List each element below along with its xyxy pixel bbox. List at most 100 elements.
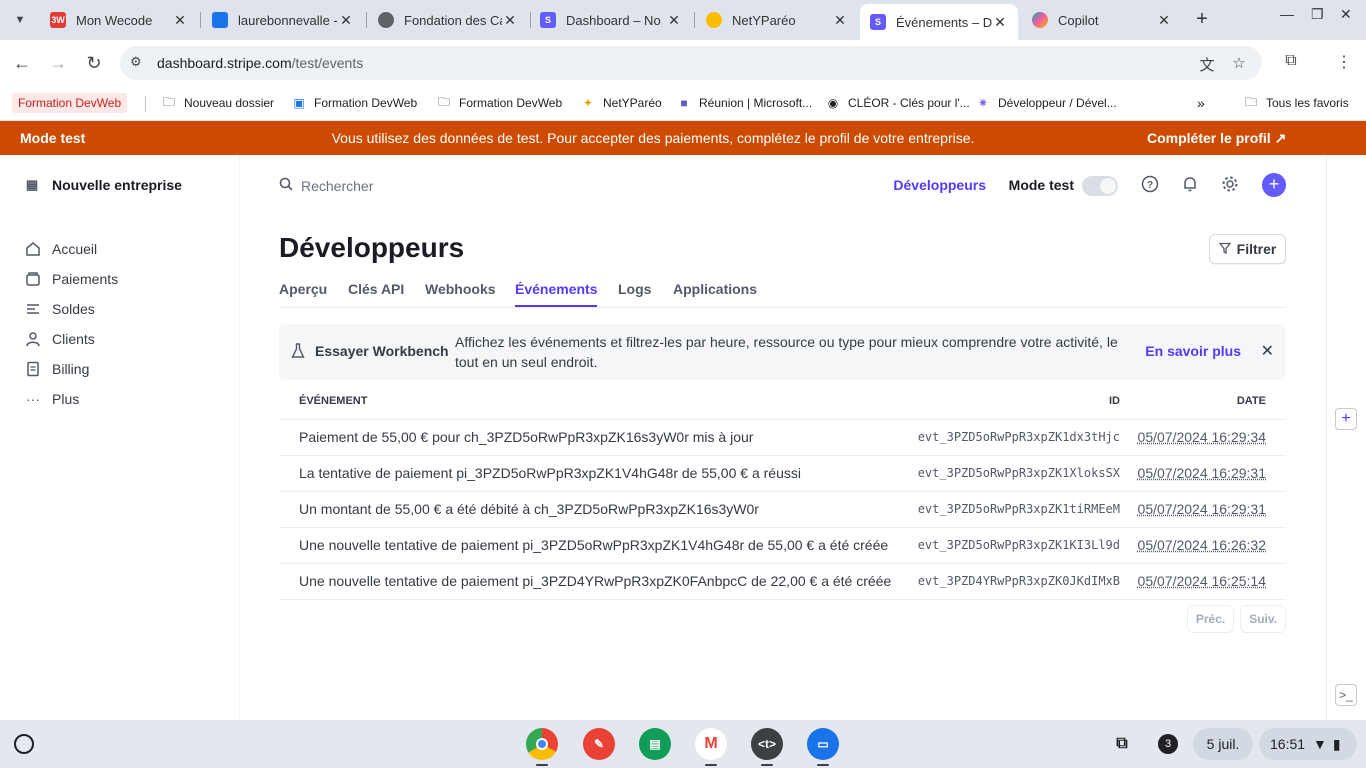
tab-applications[interactable]: Applications (673, 281, 757, 305)
close-tab-icon[interactable]: ✕ (502, 12, 518, 29)
table-row[interactable]: Une nouvelle tentative de paiement pi_3P… (279, 564, 1286, 600)
test-mode-toggle-label: Mode test (1008, 177, 1074, 193)
help-icon[interactable]: ? (1140, 175, 1160, 195)
main-content: Rechercher Développeurs Mode test ? + Dé… (279, 155, 1286, 720)
date-tray[interactable]: 5 juil. (1193, 728, 1253, 760)
sidebar-item-label: Plus (52, 391, 80, 407)
close-tab-icon[interactable]: ✕ (992, 14, 1008, 31)
create-new-button[interactable]: + (1262, 173, 1286, 197)
bookmark-star-icon[interactable]: ☆ (1230, 54, 1248, 72)
close-tab-icon[interactable]: ✕ (172, 12, 188, 29)
table-row[interactable]: Une nouvelle tentative de paiement pi_3P… (279, 528, 1286, 564)
tab-evenements[interactable]: Événements (515, 281, 598, 307)
developers-link[interactable]: Développeurs (893, 177, 986, 193)
notification-count-badge[interactable]: 3 (1158, 734, 1178, 754)
more-bookmarks-icon[interactable]: » (1197, 93, 1205, 113)
notifications-bell-icon[interactable] (1180, 175, 1200, 195)
browser-tab[interactable]: laurebonnevalle - ✕ (202, 4, 364, 36)
bookmark-item[interactable]: ✦ NetYParéo (580, 93, 662, 113)
account-switcher[interactable]: ▦ Nouvelle entreprise (24, 177, 182, 193)
search-input[interactable]: Rechercher (301, 178, 373, 194)
sidebar-item-clients[interactable]: Clients (24, 329, 95, 349)
developer-icon: ✷ (977, 96, 989, 110)
close-window-icon[interactable]: ✕ (1340, 6, 1352, 23)
browser-tab[interactable]: S Dashboard – No ✕ (530, 4, 692, 36)
event-description: Une nouvelle tentative de paiement pi_3P… (299, 573, 892, 589)
learn-more-link[interactable]: En savoir plus (1145, 343, 1241, 359)
column-header-event: ÉVÉNEMENT (299, 395, 368, 407)
url-text[interactable]: dashboard.stripe.com/test/events (157, 55, 363, 71)
next-page-button[interactable]: Suiv. (1240, 605, 1286, 633)
tab-cles-api[interactable]: Clés API (348, 281, 404, 305)
sidebar-item-paiements[interactable]: Paiements (24, 269, 118, 289)
browser-tab-active[interactable]: S Événements – De ✕ (860, 4, 1018, 40)
gmail-app-icon[interactable]: M (695, 728, 727, 760)
test-mode-banner: Mode test Vous utilisez des données de t… (0, 121, 1366, 155)
event-description: Un montant de 55,00 € a été débité à ch_… (299, 501, 759, 517)
bookmark-item[interactable]: Formation DevWeb (12, 93, 128, 113)
test-mode-toggle[interactable] (1082, 176, 1118, 196)
globe-favicon-icon (378, 12, 394, 28)
event-date: 05/07/2024 16:29:31 (1137, 501, 1266, 517)
close-tab-icon[interactable]: ✕ (1156, 12, 1172, 29)
overview-icon[interactable]: ⧉ (1106, 728, 1138, 760)
event-id: evt_3PZD5oRwPpR3xpZK1tiRMEeM (917, 502, 1120, 516)
search-bar[interactable]: Rechercher (279, 177, 373, 194)
close-icon[interactable]: ✕ (1261, 341, 1274, 361)
site-info-icon[interactable]: ⚙ (130, 54, 142, 70)
complete-profile-link[interactable]: Compléter le profil ↗ (1147, 130, 1286, 147)
all-bookmarks-folder[interactable]: 🗀 Tous les favoris (1243, 93, 1349, 113)
text-editor-app-icon[interactable]: <t> (751, 728, 783, 760)
add-panel-icon[interactable]: + (1335, 408, 1357, 430)
files-app-icon[interactable]: ▭ (807, 728, 839, 760)
new-tab-button[interactable]: + (1192, 8, 1212, 32)
status-tray[interactable]: 16:51 ▼ ▮ (1259, 728, 1357, 760)
bookmark-folder[interactable]: 🗀 Formation DevWeb (436, 93, 562, 113)
close-tab-icon[interactable]: ✕ (666, 12, 682, 29)
user-icon (24, 330, 42, 348)
tab-search-icon[interactable]: ▼ (8, 8, 32, 32)
column-header-id: ID (1109, 395, 1120, 407)
sidebar-item-billing[interactable]: Billing (24, 359, 89, 379)
tab-apercu[interactable]: Aperçu (279, 281, 327, 305)
tab-webhooks[interactable]: Webhooks (425, 281, 496, 305)
classroom-app-icon[interactable]: ▤ (639, 728, 671, 760)
minimize-icon[interactable]: — (1280, 6, 1294, 22)
close-tab-icon[interactable]: ✕ (338, 12, 354, 29)
chrome-app-icon[interactable] (526, 728, 558, 760)
bookmark-item[interactable]: ▣ Formation DevWeb (291, 93, 417, 113)
browser-tab[interactable]: Fondation des Ca ✕ (368, 4, 528, 36)
bookmark-item[interactable]: ✷ Développeur / Dével... (975, 93, 1117, 113)
forward-arrow-icon[interactable]: → (46, 51, 70, 75)
tab-logs[interactable]: Logs (618, 281, 651, 305)
back-arrow-icon[interactable]: ← (10, 51, 34, 75)
filter-button[interactable]: Filtrer (1209, 234, 1286, 264)
launcher-icon[interactable] (14, 734, 34, 754)
bookmark-folder[interactable]: 🗀 Nouveau dossier (161, 93, 274, 113)
browser-tab[interactable]: NetYParéo ✕ (696, 4, 858, 36)
table-row[interactable]: La tentative de paiement pi_3PZD5oRwPpR3… (279, 456, 1286, 492)
reload-icon[interactable]: ↻ (82, 51, 106, 75)
translate-icon[interactable]: 文 (1198, 54, 1216, 74)
terminal-icon[interactable]: >_ (1335, 684, 1357, 706)
close-tab-icon[interactable]: ✕ (832, 12, 848, 29)
address-bar[interactable]: ⚙ dashboard.stripe.com/test/events 文 ☆ (120, 46, 1262, 80)
chromeos-shelf: ✎ ▤ M <t> ▭ ⧉ 3 5 juil. 16:51 ▼ ▮ (0, 720, 1366, 768)
settings-gear-icon[interactable] (1220, 175, 1240, 195)
browser-tab[interactable]: Copilot ✕ (1022, 4, 1182, 36)
sidebar-item-plus[interactable]: ··· Plus (24, 389, 79, 409)
table-row[interactable]: Un montant de 55,00 € a été débité à ch_… (279, 492, 1286, 528)
restore-icon[interactable]: ❐ (1311, 6, 1324, 23)
menu-kebab-icon[interactable]: ⋮ (1334, 52, 1354, 72)
extensions-icon[interactable]: ⧉ (1281, 52, 1301, 72)
tab-title: Mon Wecode (76, 12, 153, 28)
sidebar-item-soldes[interactable]: Soldes (24, 299, 95, 319)
browser-tab[interactable]: 3W Mon Wecode ✕ (40, 4, 198, 36)
palette-app-icon[interactable]: ✎ (583, 728, 615, 760)
previous-page-button[interactable]: Préc. (1186, 605, 1235, 633)
bookmark-item[interactable]: ◉ CLÉOR - Clés pour l'... (825, 93, 970, 113)
test-mode-message: Vous utilisez des données de test. Pour … (331, 130, 975, 146)
table-row[interactable]: Paiement de 55,00 € pour ch_3PZD5oRwPpR3… (279, 420, 1286, 456)
bookmark-item[interactable]: ■ Réunion | Microsoft... (676, 93, 812, 113)
sidebar-item-accueil[interactable]: Accueil (24, 239, 97, 259)
